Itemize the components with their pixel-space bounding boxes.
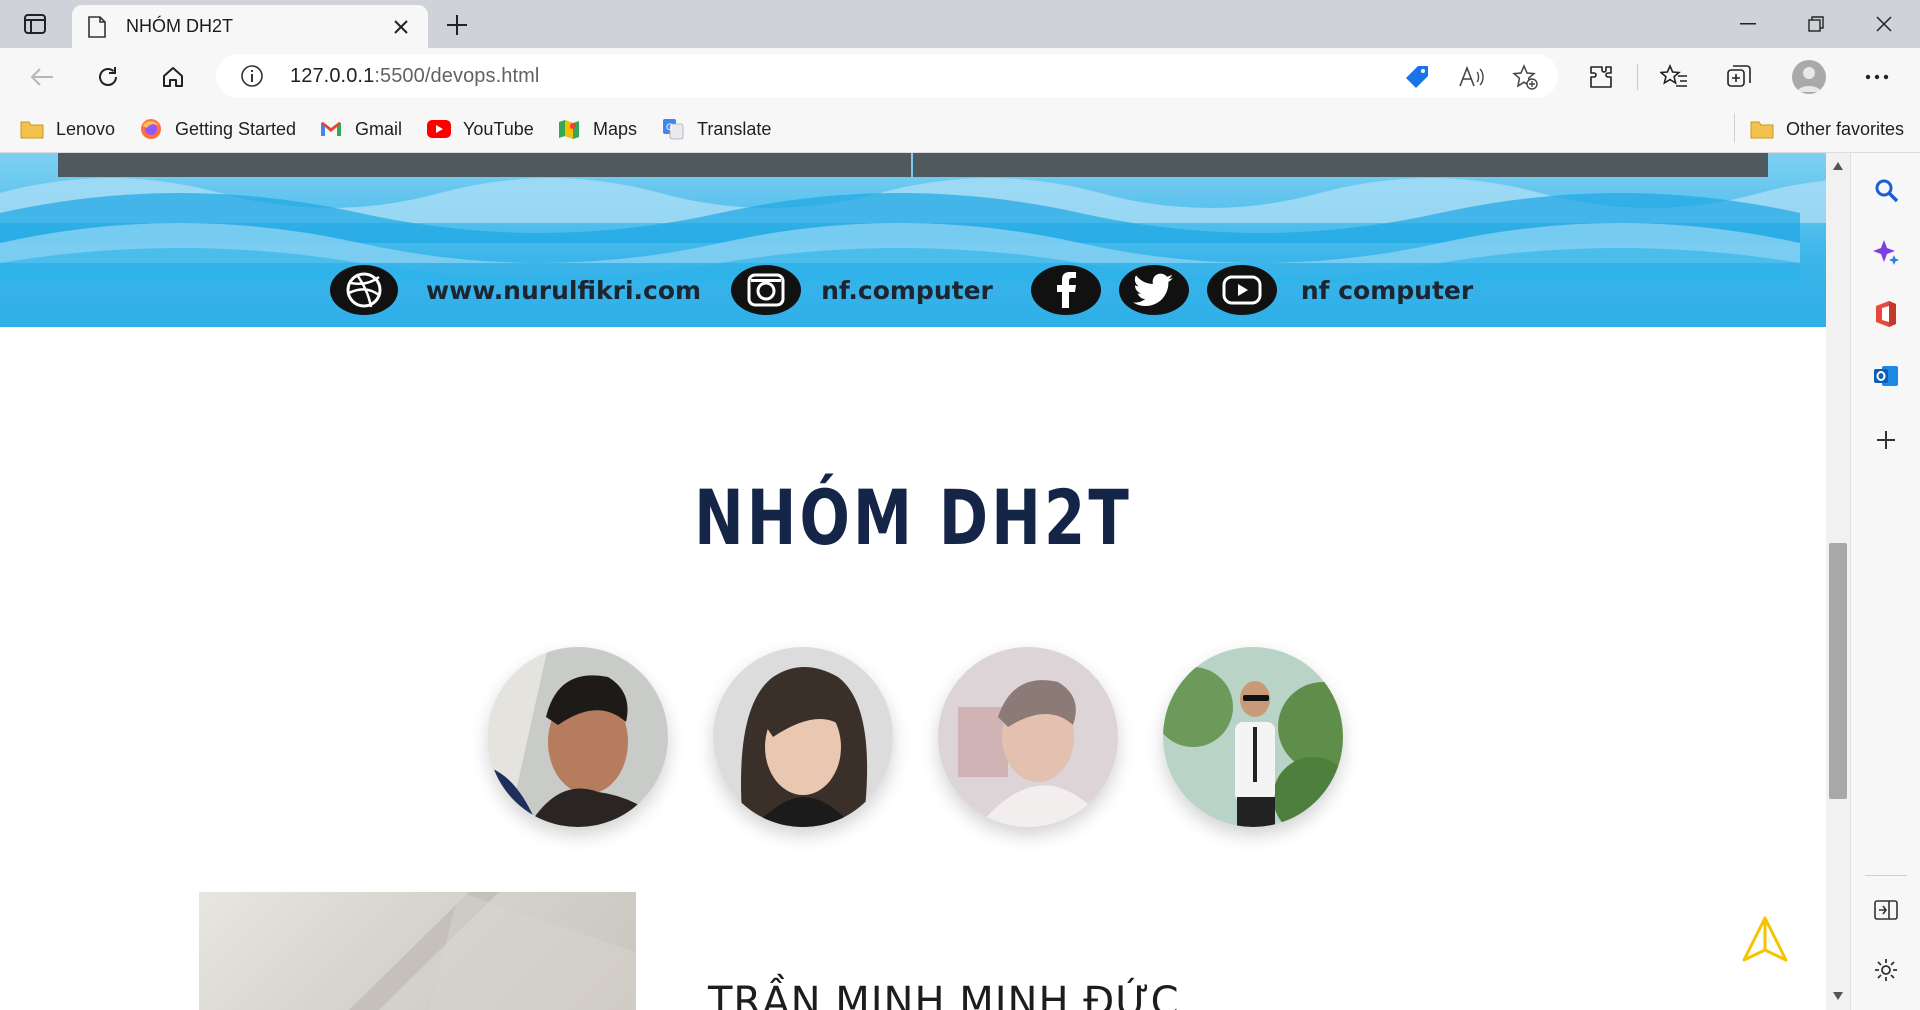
website-text: www.nurulfikri.com <box>426 275 702 305</box>
member-3-photo <box>938 647 1118 827</box>
member-2-photo <box>713 647 893 827</box>
member-avatar[interactable] <box>488 647 668 827</box>
youtube-icon <box>427 118 451 140</box>
member-4-photo <box>1163 647 1343 827</box>
instagram-icon[interactable] <box>731 265 802 315</box>
social-row: www.nurulfikri.com nf.computer nf comput… <box>330 265 1473 315</box>
member-avatar[interactable] <box>713 647 893 827</box>
add-sidebar-app-icon[interactable] <box>1869 423 1903 457</box>
close-window-icon[interactable] <box>1858 6 1910 42</box>
favorite-label: Maps <box>593 118 638 139</box>
edge-sidebar <box>1850 153 1920 1010</box>
firefox-icon <box>139 118 163 140</box>
favorites-icon[interactable] <box>1657 60 1691 94</box>
read-aloud-icon[interactable] <box>1456 62 1486 92</box>
office-icon[interactable] <box>1869 297 1903 331</box>
page-viewport: www.nurulfikri.com nf.computer nf comput… <box>0 153 1826 1010</box>
favorite-item[interactable]: YouTube <box>427 115 534 143</box>
toolbar-divider <box>1637 64 1638 90</box>
back-icon[interactable] <box>23 58 61 96</box>
extensions-icon[interactable] <box>1584 60 1618 94</box>
gmail-icon <box>319 118 343 140</box>
url-text[interactable]: 127.0.0.1:5500/devops.html <box>290 65 539 88</box>
copilot-sparkle-icon[interactable] <box>1869 235 1903 269</box>
tab-title: NHÓM DH2T <box>126 16 233 36</box>
scroll-up-icon[interactable] <box>1832 161 1844 171</box>
favorites-divider <box>1734 113 1735 143</box>
home-icon[interactable] <box>154 58 192 96</box>
dribbble-icon[interactable] <box>330 265 398 315</box>
address-bar[interactable]: 127.0.0.1:5500/devops.html <box>216 54 1558 98</box>
scroll-down-icon[interactable] <box>1832 991 1844 1001</box>
instagram-text: nf.computer <box>821 275 993 305</box>
favorite-item[interactable]: Getting Started <box>139 115 296 143</box>
profile-name: TRẦN MINH MINH ĐỨC <box>708 979 1180 1010</box>
svg-text:G: G <box>666 123 673 133</box>
favorite-label: Getting Started <box>175 118 297 139</box>
member-avatar[interactable] <box>1163 647 1343 827</box>
add-favorite-icon[interactable] <box>1510 62 1540 92</box>
favorite-item[interactable]: Lenovo <box>20 115 115 143</box>
scroll-to-top-button[interactable] <box>1740 915 1790 965</box>
new-tab-icon[interactable] <box>440 10 474 40</box>
profile-avatar[interactable] <box>1792 60 1826 94</box>
favorite-label: Translate <box>697 118 772 139</box>
tab-bar: NHÓM DH2T <box>0 0 1920 48</box>
member-avatar[interactable] <box>938 647 1118 827</box>
page-scrollbar[interactable] <box>1826 153 1850 1010</box>
outlook-icon[interactable] <box>1869 359 1903 393</box>
hide-sidebar-icon[interactable] <box>1869 893 1903 927</box>
minimize-icon[interactable] <box>1722 6 1774 42</box>
team-title: NHÓM DH2T <box>694 473 1132 562</box>
folder-icon <box>20 118 44 140</box>
settings-gear-icon[interactable] <box>1869 953 1903 987</box>
youtube-icon[interactable] <box>1206 265 1277 315</box>
profile-photo <box>199 892 636 1010</box>
favorite-item[interactable]: Maps <box>557 115 637 143</box>
maps-icon <box>557 118 581 140</box>
translate-icon: G <box>661 118 685 140</box>
favorite-label: YouTube <box>463 118 534 139</box>
coupon-tag-icon[interactable] <box>1402 62 1432 92</box>
other-favorites[interactable]: Other favorites <box>1750 115 1904 143</box>
more-options-icon[interactable] <box>1860 60 1894 94</box>
page-icon <box>88 15 108 38</box>
navigation-arrow-icon <box>1742 916 1788 962</box>
site-info-icon[interactable] <box>240 64 264 88</box>
favorites-bar: Lenovo Getting Started Gmail YouTube Map… <box>0 105 1920 153</box>
refresh-icon[interactable] <box>89 58 127 96</box>
search-icon[interactable] <box>1869 173 1903 207</box>
restore-icon[interactable] <box>1790 6 1842 42</box>
footer-banner: www.nurulfikri.com nf.computer nf comput… <box>0 153 1826 327</box>
browser-tab[interactable]: NHÓM DH2T <box>72 5 428 48</box>
social-name-text: nf computer <box>1300 275 1474 305</box>
twitter-icon[interactable] <box>1118 265 1189 315</box>
scroll-thumb[interactable] <box>1829 543 1847 799</box>
team-members <box>488 647 1343 827</box>
member-1-photo <box>488 647 668 827</box>
other-favorites-label: Other favorites <box>1786 118 1905 139</box>
collections-icon[interactable] <box>1722 60 1756 94</box>
folder-icon <box>1750 118 1774 140</box>
favorite-label: Gmail <box>355 118 403 139</box>
browser-toolbar: 127.0.0.1:5500/devops.html <box>0 48 1920 105</box>
close-tab-icon[interactable] <box>390 16 412 38</box>
favorite-item[interactable]: G Translate <box>661 115 771 143</box>
facebook-icon[interactable] <box>1030 265 1101 315</box>
sidebar-divider <box>1865 875 1907 876</box>
favorite-label: Lenovo <box>56 118 116 139</box>
tab-actions-icon[interactable] <box>18 10 52 38</box>
favorite-item[interactable]: Gmail <box>319 115 402 143</box>
